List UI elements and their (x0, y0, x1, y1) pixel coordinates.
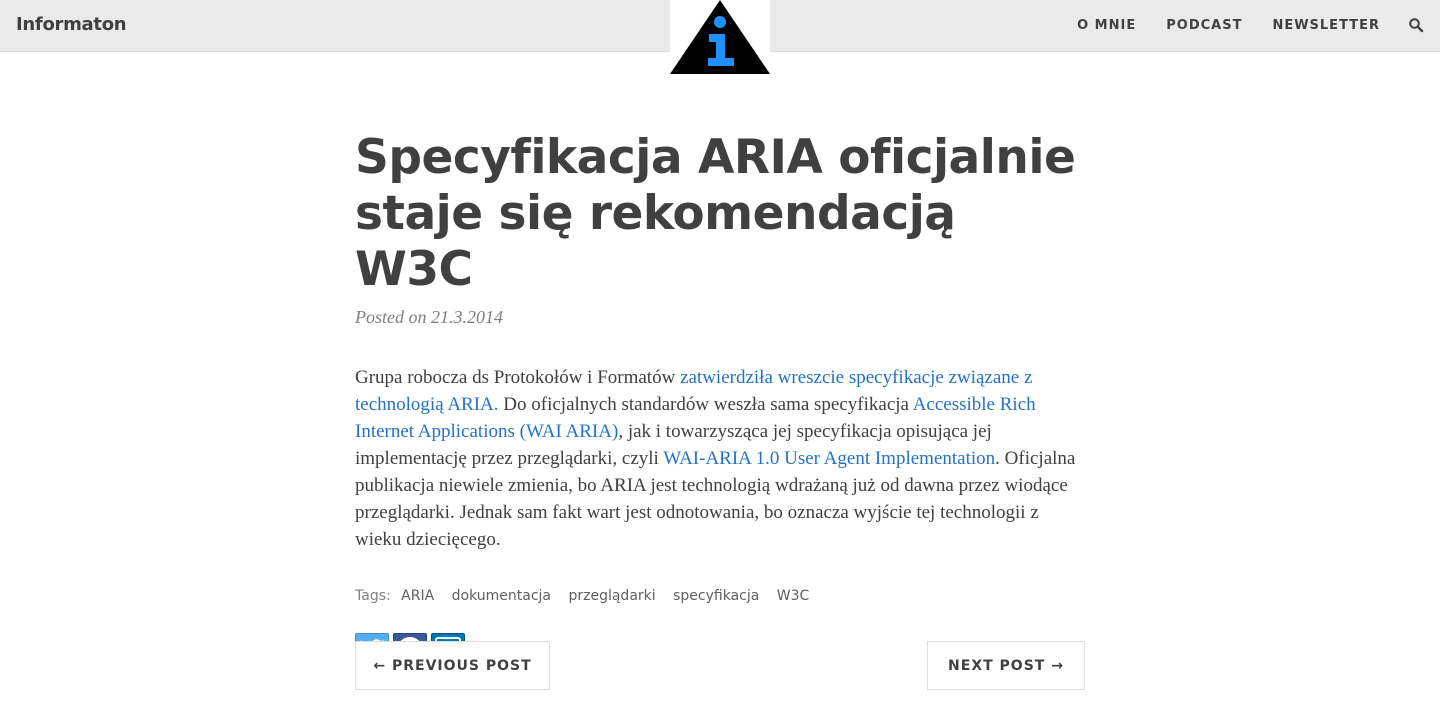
search-icon[interactable] (1408, 17, 1424, 33)
post-tags: Tags: ARIA dokumentacja przeglądarki spe… (355, 588, 1085, 604)
body-text-2: Do oficjalnych standardów weszła sama sp… (498, 394, 913, 415)
previous-post-button[interactable]: ← PREVIOUS POST (355, 641, 550, 690)
info-triangle-logo-icon (670, 0, 770, 74)
tags-label: Tags: (355, 588, 391, 604)
tag-specyfikacja[interactable]: specyfikacja (673, 588, 759, 604)
nav-links: O MNIE PODCAST NEWSLETTER (1047, 17, 1424, 33)
tag-aria[interactable]: ARIA (401, 588, 434, 604)
brand-link[interactable]: Informaton (16, 14, 127, 35)
next-post-button[interactable]: NEXT POST → (927, 641, 1085, 690)
nav-link-o-mnie[interactable]: O MNIE (1077, 18, 1136, 33)
nav-link-newsletter[interactable]: NEWSLETTER (1272, 18, 1380, 33)
link-wai-aria-ua-impl[interactable]: WAI-ARIA 1.0 User Agent Implementation (663, 448, 995, 469)
post: Specyfikacja ARIA oficjalnie staje się r… (355, 130, 1085, 667)
post-meta: Posted on 21.3.2014 (355, 307, 503, 327)
site-logo[interactable] (670, 0, 770, 76)
body-text-1: Grupa robocza ds Protokołów i Formatów (355, 367, 681, 388)
post-pager: ← PREVIOUS POST NEXT POST → (355, 641, 1085, 690)
nav-link-podcast[interactable]: PODCAST (1166, 18, 1242, 33)
tag-dokumentacja[interactable]: dokumentacja (452, 588, 551, 604)
post-body: Grupa robocza ds Protokołów i Formatów z… (355, 364, 1085, 553)
post-title: Specyfikacja ARIA oficjalnie staje się r… (355, 130, 1076, 297)
tag-przegladarki[interactable]: przeglądarki (568, 588, 655, 604)
tag-w3c[interactable]: W3C (777, 588, 810, 604)
